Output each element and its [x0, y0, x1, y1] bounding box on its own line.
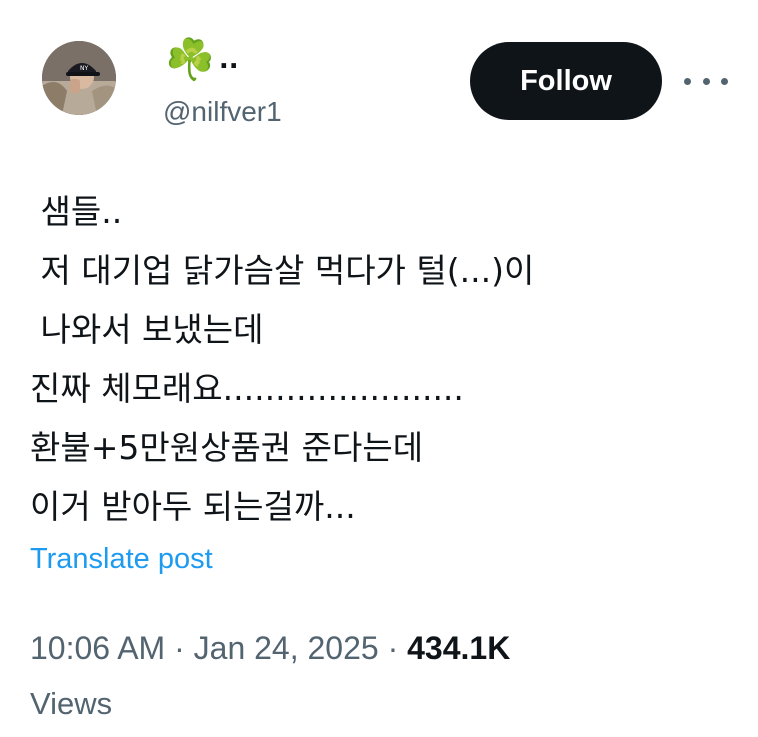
- avatar[interactable]: NY: [42, 41, 116, 115]
- more-options-button[interactable]: [684, 66, 728, 96]
- more-dots-icon: [721, 77, 728, 85]
- tweet-line: 진짜 체모래요.......................: [30, 369, 464, 408]
- display-name-text: ..: [218, 45, 239, 75]
- views-count: 434.1K: [407, 630, 511, 666]
- tweet-date[interactable]: Jan 24, 2025: [194, 630, 379, 666]
- views-label: Views: [30, 686, 113, 721]
- translate-post-link[interactable]: Translate post: [30, 543, 213, 576]
- user-handle[interactable]: @nilfver1: [163, 96, 282, 128]
- tweet-line: 이거 받아두 되는걸까...: [30, 487, 356, 526]
- meta-separator: ·: [165, 630, 194, 666]
- tweet-meta: 10:06 AM · Jan 24, 2025 · 434.1K: [30, 630, 510, 667]
- more-dots-icon: [684, 77, 691, 85]
- tweet-text: 샘들.. 저 대기업 닭가슴살 먹다가 털(...)이 나와서 보냈는데 진짜 …: [30, 182, 534, 536]
- svg-text:NY: NY: [80, 65, 88, 72]
- tweet-line: 샘들..: [30, 192, 123, 231]
- more-dots-icon: [702, 77, 710, 85]
- display-name[interactable]: ☘️ ..: [165, 40, 239, 80]
- tweet-line: 환불+5만원상품권 준다는데: [30, 428, 424, 467]
- follow-button[interactable]: Follow: [470, 42, 662, 120]
- meta-separator: ·: [378, 630, 408, 666]
- tweet-line: 나와서 보냈는데: [30, 310, 264, 349]
- tweet-time[interactable]: 10:06 AM: [30, 630, 165, 666]
- clover-icon: ☘️: [165, 37, 215, 83]
- profile-photo-icon: NY: [42, 41, 116, 115]
- tweet-line: 저 대기업 닭가슴살 먹다가 털(...)이: [30, 251, 535, 290]
